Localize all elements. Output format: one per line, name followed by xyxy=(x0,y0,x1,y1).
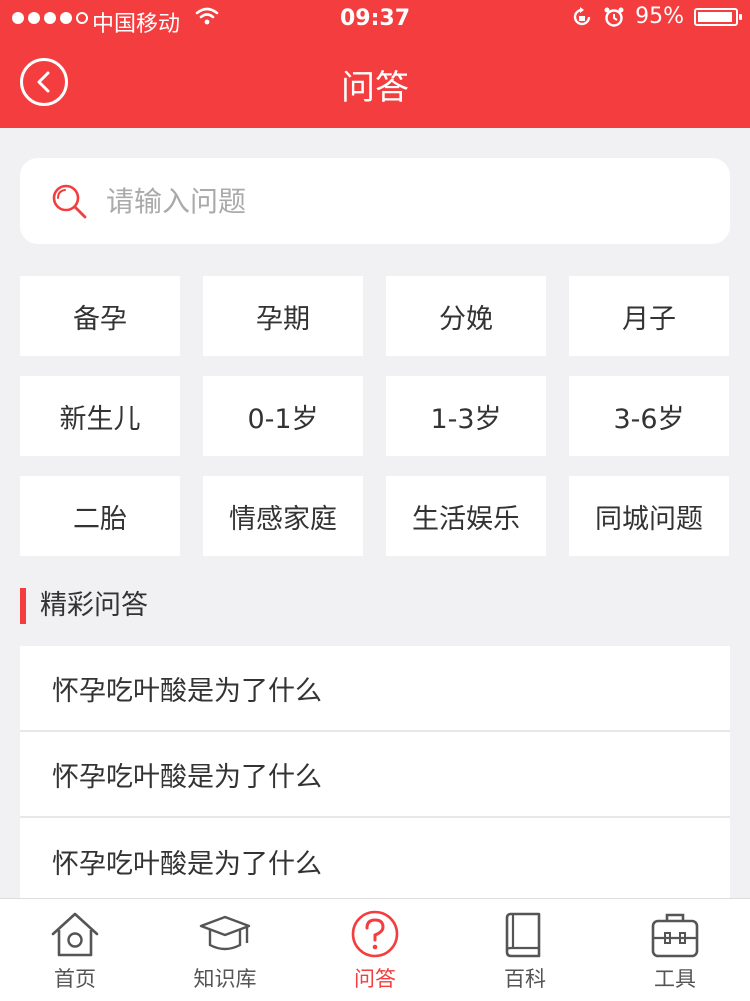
tab-label: 首页 xyxy=(54,967,96,991)
tab-home[interactable]: 首页 xyxy=(0,899,150,1001)
category-button[interactable]: 月子 xyxy=(569,276,729,356)
section-title: 精彩问答 xyxy=(40,590,148,621)
category-button[interactable]: 1-3岁 xyxy=(386,376,546,456)
category-button[interactable]: 0-1岁 xyxy=(203,376,363,456)
category-grid: 备孕 孕期 分娩 月子 新生儿 0-1岁 1-3岁 3-6岁 二胎 情感家庭 生… xyxy=(20,276,730,556)
tab-label: 问答 xyxy=(354,967,396,991)
bottom-tab-bar: 首页 知识库 问答 百科 工具 xyxy=(0,898,750,1001)
battery-icon xyxy=(694,7,742,26)
category-button[interactable]: 分娩 xyxy=(386,276,546,356)
toolbox-icon xyxy=(651,913,699,958)
tab-label: 工具 xyxy=(654,967,696,991)
rotation-lock-icon xyxy=(573,6,591,25)
qa-list-item[interactable]: 怀孕吃叶酸是为了什么 xyxy=(20,818,730,904)
category-button[interactable]: 生活娱乐 xyxy=(386,476,546,556)
category-button[interactable]: 同城问题 xyxy=(569,476,729,556)
status-right-group: 95% xyxy=(571,4,742,29)
search-icon xyxy=(52,184,87,219)
tab-label: 百科 xyxy=(504,967,546,991)
category-button[interactable]: 新生儿 xyxy=(20,376,180,456)
battery-percent: 95% xyxy=(635,4,684,29)
tab-knowledge[interactable]: 知识库 xyxy=(150,899,300,1001)
home-icon xyxy=(51,912,99,957)
alarm-icon xyxy=(604,7,624,27)
question-circle-icon xyxy=(351,910,399,958)
search-input[interactable] xyxy=(106,158,706,244)
category-button[interactable]: 二胎 xyxy=(20,476,180,556)
category-button[interactable]: 3-6岁 xyxy=(569,376,729,456)
status-bar: 中国移动 09:37 95% xyxy=(0,0,750,40)
qa-list-item[interactable]: 怀孕吃叶酸是为了什么 xyxy=(20,732,730,818)
tab-tools[interactable]: 工具 xyxy=(600,899,750,1001)
search-bar[interactable] xyxy=(20,158,730,244)
tab-label: 知识库 xyxy=(193,967,257,991)
section-accent-bar xyxy=(20,588,26,624)
category-button[interactable]: 备孕 xyxy=(20,276,180,356)
top-bar: 中国移动 09:37 95% 问答 xyxy=(0,0,750,128)
category-button[interactable]: 情感家庭 xyxy=(203,476,363,556)
page-title: 问答 xyxy=(341,68,409,108)
book-icon xyxy=(505,912,541,958)
qa-list: 怀孕吃叶酸是为了什么 怀孕吃叶酸是为了什么 怀孕吃叶酸是为了什么 xyxy=(20,646,730,904)
graduation-cap-icon xyxy=(199,915,251,951)
category-button[interactable]: 孕期 xyxy=(203,276,363,356)
tab-qa[interactable]: 问答 xyxy=(300,899,450,1001)
tab-encyclopedia[interactable]: 百科 xyxy=(450,899,600,1001)
qa-list-item[interactable]: 怀孕吃叶酸是为了什么 xyxy=(20,646,730,732)
